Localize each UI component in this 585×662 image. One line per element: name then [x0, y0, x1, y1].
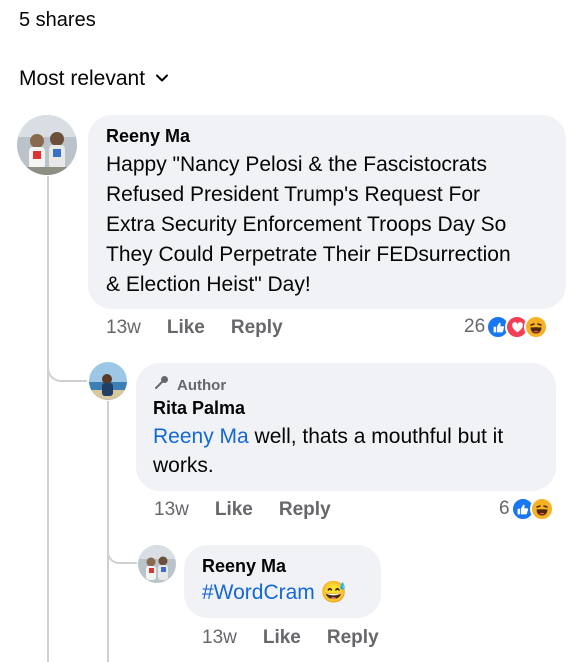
comment-author[interactable]: Reeny Ma [202, 556, 363, 577]
comment-author[interactable]: Reeny Ma [106, 126, 548, 147]
timestamp[interactable]: 13w [106, 317, 141, 339]
comment-bubble: Reeny Ma Happy "Nancy Pelosi & the Fasci… [88, 115, 566, 309]
timestamp[interactable]: 13w [154, 499, 189, 521]
comment-text: Reeny Ma well, thats a mouthful but it w… [153, 425, 504, 477]
like-button[interactable]: Like [167, 317, 205, 339]
comment-bubble: Author Rita Palma Reeny Ma well, thats a… [136, 363, 556, 491]
haha-reaction-icon [529, 497, 554, 521]
avatar[interactable] [138, 545, 176, 583]
avatar[interactable] [89, 362, 127, 400]
sort-dropdown[interactable]: Most relevant [19, 67, 169, 91]
like-button[interactable]: Like [263, 627, 301, 649]
comment-bubble: Reeny Ma #WordCram 😅 [184, 545, 381, 618]
comment-text: #WordCram 😅 [202, 579, 363, 607]
hashtag-link[interactable]: #WordCram [202, 581, 315, 604]
microphone-icon [153, 375, 171, 395]
reaction-summary[interactable]: 6 [499, 497, 554, 521]
author-badge: Author [153, 375, 538, 395]
haha-reaction-icon [524, 315, 549, 339]
thread-connector [107, 540, 137, 564]
reply-button[interactable]: Reply [327, 627, 379, 649]
thread-line [47, 176, 49, 662]
reaction-summary[interactable]: 26 [464, 315, 549, 339]
chevron-down-icon [155, 67, 169, 91]
timestamp[interactable]: 13w [202, 627, 237, 649]
comment-actions: 13w Like Reply [154, 499, 331, 521]
thread-connector [47, 356, 87, 382]
avatar[interactable] [17, 115, 77, 175]
reply-button[interactable]: Reply [279, 499, 331, 521]
reply-button[interactable]: Reply [231, 317, 283, 339]
grinning-sweat-emoji: 😅 [320, 581, 347, 604]
comment-actions: 13w Like Reply [106, 317, 283, 339]
comment-text: Happy "Nancy Pelosi & the Fascistocrats … [106, 153, 511, 296]
comment-author[interactable]: Rita Palma [153, 398, 538, 419]
shares-count[interactable]: 5 shares [19, 9, 96, 32]
reaction-count: 6 [499, 498, 510, 519]
reaction-count: 26 [464, 316, 486, 337]
mention-link[interactable]: Reeny Ma [153, 425, 249, 448]
like-button[interactable]: Like [215, 499, 253, 521]
thread-line [107, 401, 109, 662]
comment-actions: 13w Like Reply [202, 627, 379, 649]
sort-label: Most relevant [19, 67, 146, 90]
